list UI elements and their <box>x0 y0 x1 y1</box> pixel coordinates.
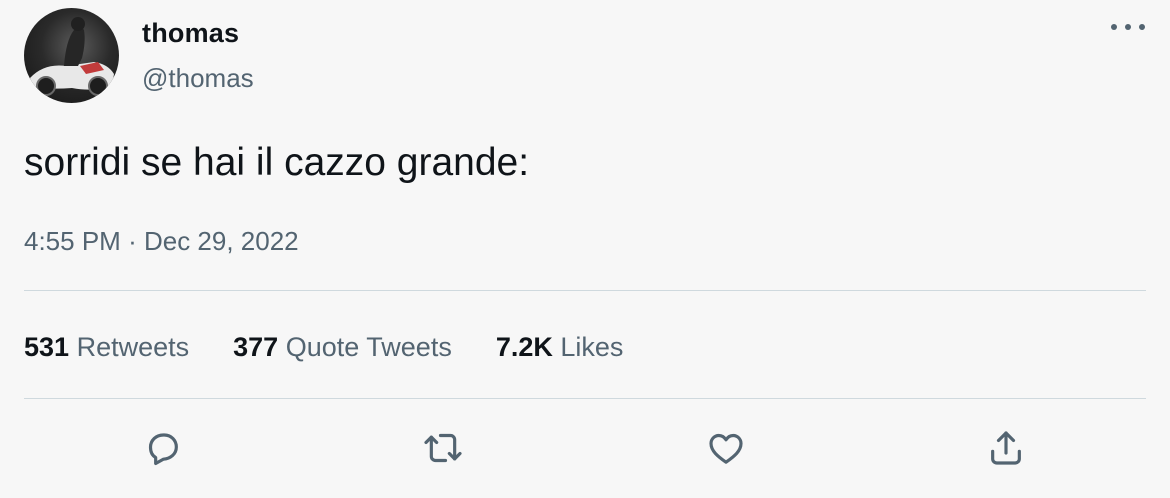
tweet-timestamp[interactable]: 4:55 PM · Dec 29, 2022 <box>24 226 299 257</box>
more-dot-icon <box>1139 24 1145 30</box>
retweet-button[interactable] <box>421 426 465 470</box>
likes-count: 7.2K <box>495 332 553 362</box>
tweet-card: thomas @thomas sorridi se hai il cazzo g… <box>0 0 1170 498</box>
tweet-time[interactable]: 4:55 PM <box>24 226 121 256</box>
more-dot-icon <box>1111 24 1117 30</box>
user-handle[interactable]: @thomas <box>142 63 254 94</box>
likes-label: Likes <box>560 332 624 362</box>
more-options-button[interactable] <box>1108 14 1148 40</box>
retweets-label: Retweets <box>76 332 190 362</box>
likes-stat[interactable]: 7.2K Likes <box>496 332 624 363</box>
avatar-image <box>30 17 114 96</box>
more-dot-icon <box>1125 24 1131 30</box>
tweet-stats: 531 Retweets 377 Quote Tweets 7.2K Likes <box>24 332 623 363</box>
share-button[interactable] <box>984 426 1028 470</box>
quote-tweets-stat[interactable]: 377 Quote Tweets <box>233 332 452 363</box>
divider <box>24 398 1146 399</box>
divider <box>24 290 1146 291</box>
avatar[interactable] <box>24 8 119 103</box>
tweet-date[interactable]: Dec 29, 2022 <box>144 226 299 256</box>
meta-separator: · <box>128 226 137 256</box>
tweet-text: sorridi se hai il cazzo grande: <box>24 141 530 184</box>
heart-icon <box>709 433 743 464</box>
like-button[interactable] <box>704 426 748 470</box>
display-name[interactable]: thomas <box>142 18 239 49</box>
retweets-stat[interactable]: 531 Retweets <box>24 332 189 363</box>
retweet-icon <box>424 433 462 463</box>
quote-tweets-count: 377 <box>233 332 279 362</box>
quote-tweets-label: Quote Tweets <box>285 332 452 362</box>
share-icon <box>991 431 1021 465</box>
reply-icon <box>148 433 178 466</box>
retweets-count: 531 <box>24 332 70 362</box>
reply-button[interactable] <box>141 426 185 470</box>
